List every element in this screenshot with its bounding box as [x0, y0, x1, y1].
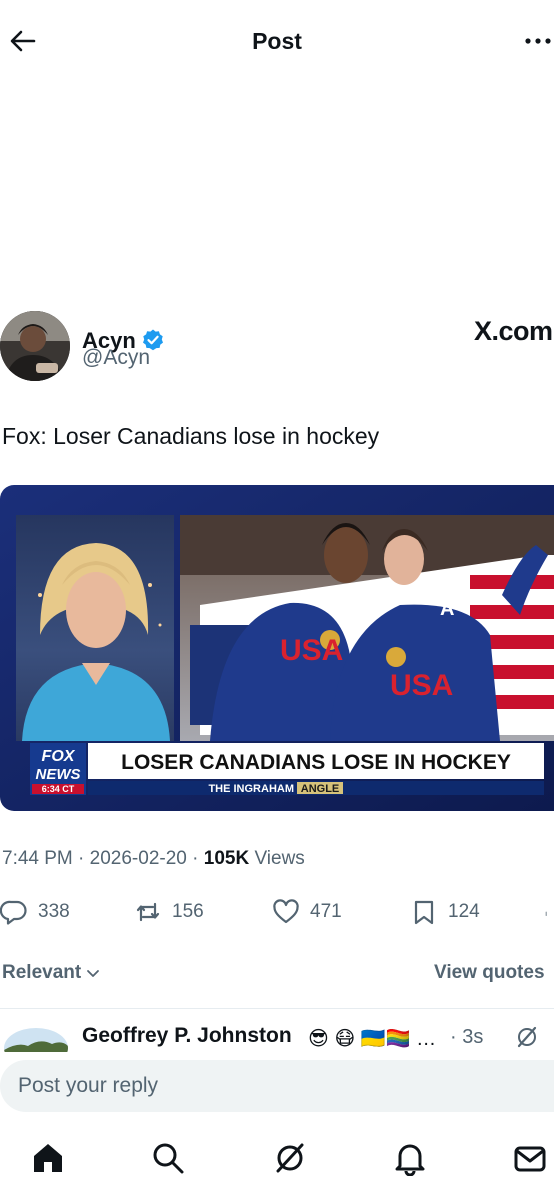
reply-count: 338	[38, 901, 70, 922]
bookmark-count: 124	[448, 901, 480, 922]
more-horizontal-icon	[525, 38, 551, 44]
jersey-text-right: USA	[390, 669, 453, 702]
search-icon	[153, 1143, 184, 1174]
reply-avatar-image	[4, 1028, 68, 1052]
jersey-text-left: USA	[280, 634, 343, 667]
network-logo-line2: NEWS	[36, 766, 81, 783]
reply-author-name[interactable]: Geoffrey P. Johnston	[82, 1024, 292, 1048]
action-bar: 338 156 471 124	[0, 893, 554, 931]
bookmark-icon	[414, 900, 434, 925]
reply-input-placeholder: Post your reply	[18, 1074, 159, 1097]
sort-label: Relevant	[2, 962, 82, 983]
network-logo-line1: FOX	[42, 748, 76, 765]
jersey-letter: A	[440, 598, 454, 620]
post-author: Acyn @Acyn	[0, 310, 554, 384]
nav-grok[interactable]	[272, 1140, 308, 1176]
more-button[interactable]	[524, 24, 554, 54]
bookmark-button[interactable]: 124	[410, 893, 480, 931]
grok-icon	[276, 1143, 304, 1173]
repost-icon	[136, 902, 160, 922]
views-label: Views	[249, 848, 305, 869]
page-title: Post	[252, 28, 302, 54]
avatar-image	[0, 311, 70, 381]
mail-icon	[514, 1146, 546, 1172]
post-date[interactable]: 2026-02-20	[90, 848, 187, 869]
like-count: 471	[310, 901, 342, 922]
show-name-2: ANGLE	[301, 783, 340, 795]
chyron-headline: LOSER CANADIANS LOSE IN HOCKEY	[121, 751, 511, 774]
reply-composer[interactable]: Post your reply	[0, 1060, 554, 1112]
source-logo: X.com	[474, 316, 553, 346]
post-text: Fox: Loser Canadians lose in hockey	[2, 423, 380, 449]
meta-separator: ·	[78, 848, 90, 869]
time-bug: 6:34 CT	[42, 784, 75, 794]
home-icon	[34, 1144, 62, 1172]
author-handle[interactable]: @Acyn	[82, 346, 150, 370]
chevron-down-icon	[87, 970, 100, 977]
reply-preview[interactable]: Geoffrey P. Johnston 😎 😷 🇺🇦🏳️‍🌈 … · 3s	[0, 1018, 554, 1052]
avatar[interactable]	[0, 311, 70, 381]
view-quotes-link[interactable]: View quotes	[434, 962, 545, 984]
nav-home[interactable]	[30, 1140, 66, 1176]
reply-button[interactable]: 338	[0, 893, 70, 931]
sort-dropdown[interactable]: Relevant	[2, 962, 101, 984]
like-button[interactable]: 471	[272, 893, 342, 931]
reply-avatar[interactable]	[4, 1028, 68, 1052]
bell-icon	[395, 1144, 425, 1177]
post-meta: 7:44 PM · 2026-02-20 · 105K Views	[2, 848, 305, 870]
meta-separator: ·	[192, 848, 204, 869]
replies-sort-row: Relevant View quotes	[0, 958, 554, 990]
show-name-1: THE INGRAHAM	[208, 783, 294, 795]
views-count: 105K	[203, 848, 250, 869]
repost-button[interactable]: 156	[134, 893, 204, 931]
heart-icon	[273, 899, 299, 924]
nav-messages[interactable]	[512, 1140, 548, 1176]
grok-icon[interactable]	[514, 1024, 540, 1050]
bottom-nav	[0, 1130, 554, 1190]
media-image: USA USA A FOX NEWS 6:34 CT LOSER CANADIA…	[0, 485, 554, 811]
post-media[interactable]: USA USA A FOX NEWS 6:34 CT LOSER CANADIA…	[0, 485, 554, 811]
nav-notifications[interactable]	[392, 1140, 428, 1177]
share-icon	[545, 911, 547, 916]
top-bar: Post	[0, 0, 554, 84]
divider	[0, 1008, 554, 1009]
reply-author-emojis: 😎 😷 🇺🇦🏳️‍🌈 …	[308, 1028, 437, 1050]
share-button[interactable]	[544, 893, 554, 931]
reply-time: · 3s	[450, 1026, 484, 1048]
post-time[interactable]: 7:44 PM	[2, 848, 73, 869]
repost-count: 156	[172, 901, 204, 922]
reply-icon	[0, 900, 27, 925]
nav-search[interactable]	[150, 1140, 186, 1176]
